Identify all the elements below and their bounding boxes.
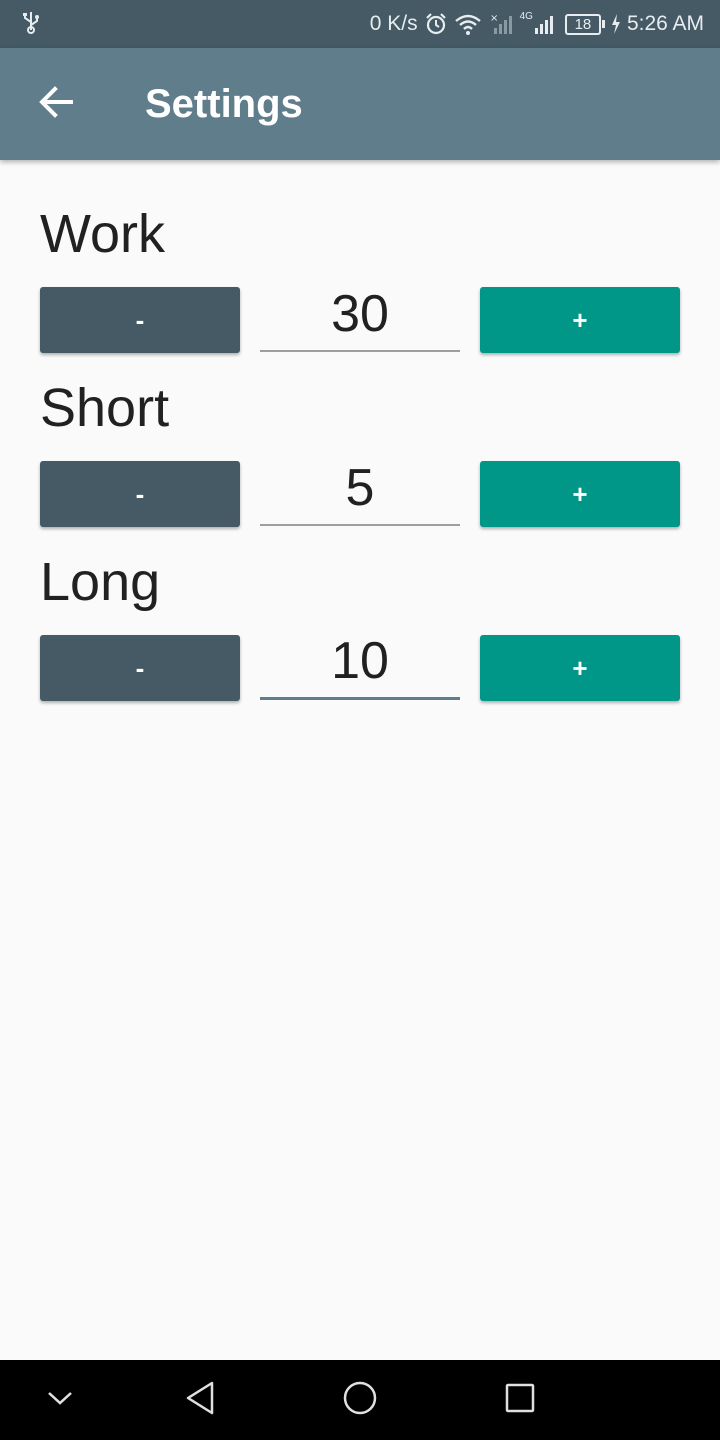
- settings-screen: 0 K/s × 4G 18 5:26 AM Settings Work - 30…: [0, 0, 720, 1440]
- setting-short: Short - +: [40, 334, 680, 527]
- nav-home-button[interactable]: [320, 1360, 400, 1440]
- app-bar: Settings: [0, 48, 720, 160]
- hide-nav-button[interactable]: [20, 1360, 100, 1440]
- setting-label-short: Short: [40, 378, 170, 438]
- arrow-back-icon: [38, 84, 74, 125]
- long-value-field[interactable]: [260, 625, 460, 700]
- battery-icon: 18: [564, 13, 605, 35]
- usb-icon: [20, 10, 42, 39]
- setting-label-work: Work: [40, 204, 166, 264]
- chevron-down-icon: [46, 1389, 74, 1412]
- recents-square-icon: [504, 1382, 536, 1419]
- long-increment-button[interactable]: +: [480, 635, 680, 701]
- home-circle-icon: [342, 1380, 378, 1421]
- settings-list: Work - + Short - + Long - +: [40, 160, 680, 701]
- net-speed: 0 K/s: [369, 12, 418, 35]
- nav-recents-button[interactable]: [480, 1360, 560, 1440]
- alarm-icon: [424, 12, 448, 36]
- status-bar: 0 K/s × 4G 18 5:26 AM: [0, 0, 720, 48]
- clock: 5:26 AM: [626, 12, 704, 35]
- setting-label-long: Long: [40, 552, 161, 612]
- wifi-icon: [454, 12, 482, 36]
- long-decrement-button[interactable]: -: [40, 635, 240, 701]
- back-triangle-icon: [184, 1380, 216, 1421]
- svg-text:×: ×: [490, 13, 498, 24]
- page-title: Settings: [145, 81, 303, 126]
- setting-work: Work - +: [40, 160, 680, 353]
- navigation-bar: [0, 1360, 720, 1440]
- signal-x-icon: ×: [488, 12, 514, 36]
- signal-4g-icon: 4G: [520, 12, 559, 36]
- nav-back-button[interactable]: [160, 1360, 240, 1440]
- long-controls: - +: [40, 625, 680, 701]
- setting-long: Long - +: [40, 508, 680, 701]
- charging-icon: [611, 14, 621, 34]
- back-button[interactable]: [0, 48, 112, 160]
